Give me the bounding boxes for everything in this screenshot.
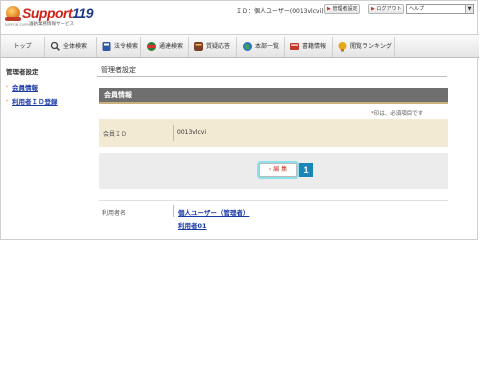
nav-tab-label: 本部一覧 [255, 43, 280, 50]
page-title: 管理者設定 [97, 65, 447, 77]
support119-logo[interactable]: Support119 消防業務情報サービス NIPPON SUPPORT [5, 4, 105, 28]
nav-tab-label: 閲覧ランキング [350, 43, 392, 50]
user-link-user01[interactable]: 利用者01 [178, 220, 207, 230]
users-label: 利用者名 [102, 210, 127, 217]
nav-tab-top[interactable]: トップ [1, 37, 45, 57]
logout-label: ログアウト [376, 6, 402, 12]
sidebar-title: 管理者設定 [6, 68, 39, 76]
globe-icon [243, 42, 252, 51]
divider [173, 205, 174, 217]
notice-globe-icon [147, 42, 156, 51]
logo-text: Support119 [22, 5, 93, 21]
member-id-label: 会員ＩＤ [103, 131, 128, 138]
arrow-right-icon: › [268, 166, 272, 173]
divider [99, 200, 448, 201]
header: Support119 消防業務情報サービス NIPPON SUPPORT ＩＤ：… [1, 1, 479, 31]
nav-tab-global-search[interactable]: 全体検索 [45, 37, 97, 57]
nav-tab-label: 法令検索 [114, 43, 139, 50]
qa-book-icon [194, 42, 203, 51]
logout-button[interactable]: ▶ ログアウト [368, 4, 405, 14]
section-underline [99, 102, 448, 104]
nav-tab-label: 全体検索 [63, 43, 88, 50]
nav-tab-label: 質疑応答 [206, 43, 231, 50]
arrow-right-icon: › [6, 98, 8, 104]
admin-settings-label: 管理者設定 [332, 6, 358, 12]
required-note: *印は、必須項目です [371, 109, 423, 117]
logo-tagline: 消防業務情報サービス [29, 22, 74, 27]
nav-tab-ranking[interactable]: 閲覧ランキング [333, 37, 395, 57]
member-id-row: 会員ＩＤ 0013vlcvi [99, 119, 448, 147]
ranking-icon [338, 42, 347, 52]
sidebar-item-user-id-register[interactable]: 利用者ＩＤ登録 [12, 96, 58, 106]
help-select-value: ヘルプ [409, 6, 425, 12]
nav-tab-label: トップ [13, 43, 32, 50]
nav-tab-label: 通達検索 [159, 43, 184, 50]
nav-tab-notice-search[interactable]: 通達検索 [141, 37, 189, 57]
section-header-member-info: 会員情報 [99, 88, 448, 102]
arrow-right-icon: › [6, 84, 8, 90]
logo-emblem-base [5, 17, 21, 21]
edit-button-label: 編 集 [273, 166, 288, 173]
arrow-right-icon: ▶ [327, 6, 331, 12]
user-id-text: ＩＤ：個人ユーザー(0013vlcvi) [236, 8, 324, 15]
law-book-icon [102, 42, 111, 51]
nav-tab-hq-list[interactable]: 本部一覧 [237, 37, 285, 57]
logo-small-text: NIPPON SUPPORT [5, 23, 36, 27]
nav-tab-qa[interactable]: 質疑応答 [189, 37, 237, 57]
book-icon [290, 43, 299, 50]
step-badge: 1 [299, 163, 313, 177]
divider [173, 125, 174, 141]
sidebar-item-member-info[interactable]: 会員情報 [12, 82, 38, 92]
arrow-right-icon: ▶ [371, 6, 375, 12]
required-note-text: 印は、必須項目です [373, 111, 424, 117]
page-frame: Support119 消防業務情報サービス NIPPON SUPPORT ＩＤ：… [0, 0, 479, 240]
help-select[interactable]: ヘルプ ▼ [406, 4, 474, 14]
member-id-value: 0013vlcvi [177, 129, 207, 136]
search-icon [50, 41, 61, 52]
user-link-admin[interactable]: 個人ユーザー（管理者） [178, 207, 249, 217]
chevron-down-icon[interactable]: ▼ [465, 5, 473, 13]
nav-tab-books[interactable]: 書籍情報 [285, 37, 333, 57]
admin-settings-button[interactable]: ▶ 管理者設定 [324, 4, 361, 14]
nav-tab-label: 書籍情報 [302, 43, 327, 50]
nav-tab-law-search[interactable]: 法令検索 [97, 37, 141, 57]
edit-button[interactable]: › 編 集 [259, 163, 297, 177]
main-nav: トップ 全体検索 法令検索 通達検索 質疑応答 本部一覧 書籍情報 閲覧ランキン… [1, 34, 479, 58]
